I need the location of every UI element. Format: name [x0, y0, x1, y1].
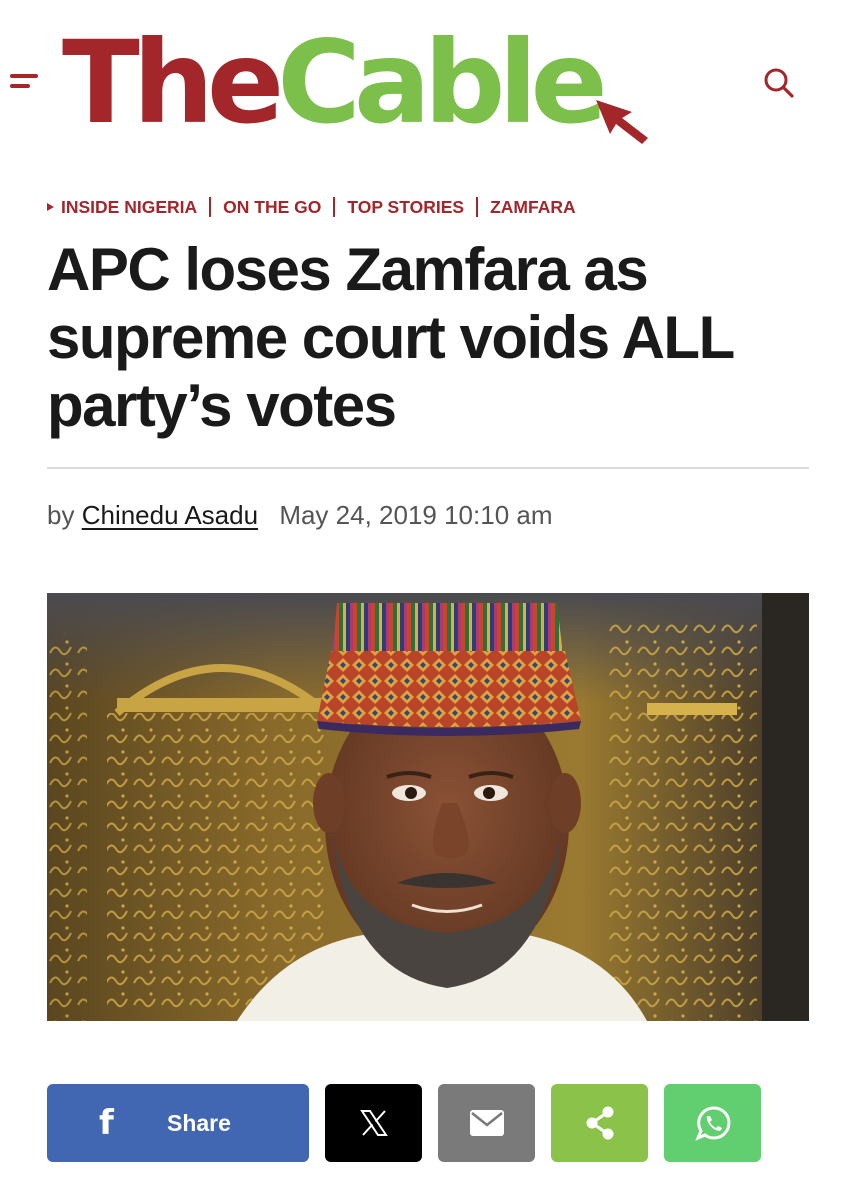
whatsapp-share-button[interactable] [664, 1084, 761, 1162]
publish-date: May 24, 2019 10:10 am [279, 500, 553, 530]
category-separator [476, 197, 479, 217]
site-header: TheCable [0, 0, 856, 160]
category-separator [333, 197, 336, 217]
triangle-right-icon [47, 203, 54, 211]
category-separator [209, 197, 212, 217]
logo-cable: Cable [277, 16, 608, 149]
article-headline: APC loses Zamfara as supreme court voids… [47, 236, 734, 439]
whatsapp-icon [694, 1106, 730, 1141]
x-icon [359, 1110, 388, 1136]
author-link[interactable]: Chinedu Asadu [82, 500, 258, 530]
cursor-arrow-icon [596, 100, 648, 144]
logo-the: The [62, 16, 284, 149]
category-breadcrumb: INSIDE NIGERIA ON THE GO TOP STORIES ZAM… [47, 194, 576, 220]
site-logo[interactable]: TheCable [62, 18, 662, 148]
category-zamfara[interactable]: ZAMFARA [490, 197, 576, 218]
header-divider [47, 467, 809, 469]
email-share-button[interactable] [438, 1084, 535, 1162]
category-on-the-go[interactable]: ON THE GO [223, 197, 321, 218]
share-icon [586, 1106, 613, 1140]
hamburger-menu-icon[interactable] [10, 70, 44, 94]
category-top-stories[interactable]: TOP STORIES [347, 197, 464, 218]
x-share-button[interactable] [325, 1084, 422, 1162]
email-icon [469, 1110, 504, 1136]
article-hero-image [47, 593, 809, 1021]
facebook-icon: f [99, 1103, 114, 1143]
category-inside-nigeria[interactable]: INSIDE NIGERIA [61, 197, 197, 218]
byline-prefix: by [47, 500, 75, 530]
byline: by Chinedu Asadu May 24, 2019 10:10 am [47, 497, 553, 533]
facebook-share-label: Share [167, 1110, 231, 1136]
search-icon[interactable] [762, 66, 796, 100]
generic-share-button[interactable] [551, 1084, 648, 1162]
facebook-share-button[interactable]: f Share [47, 1084, 309, 1162]
portrait-photo [47, 593, 809, 1021]
